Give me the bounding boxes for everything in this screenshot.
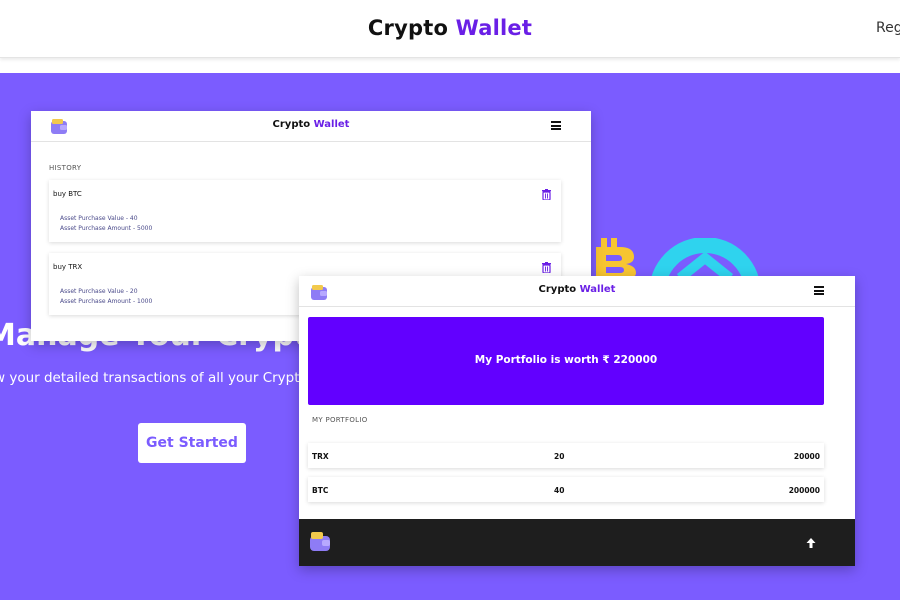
site-title[interactable]: Crypto Wallet <box>0 16 900 40</box>
portfolio-worth-text: My Portfolio is worth ₹ 220000 <box>474 354 658 366</box>
portfolio-worth-banner: My Portfolio is worth ₹ 220000 <box>308 317 824 405</box>
portfolio-section-label: MY PORTFOLIO <box>312 416 368 424</box>
portfolio-navbar: Crypto Wallet <box>299 276 855 307</box>
holding-row: BTC 40 200000 <box>308 477 824 502</box>
menu-icon[interactable] <box>551 121 561 130</box>
site-header: Crypto Wallet Reg <box>0 0 900 58</box>
portfolio-screen: Crypto Wallet My Portfolio is worth ₹ 22… <box>299 276 855 566</box>
history-title-main: Crypto <box>272 119 311 130</box>
history-entry-amount: Asset Purchase Amount - 5000 <box>60 225 153 232</box>
holding-row: TRX 20 20000 <box>308 443 824 468</box>
history-section-label: HISTORY <box>49 164 82 172</box>
portfolio-title-accent: Wallet <box>579 284 616 295</box>
holding-symbol: TRX <box>312 452 329 461</box>
history-app-title: Crypto Wallet <box>31 119 591 130</box>
history-entry: buy BTC Asset Purchase Value - 40 Asset … <box>49 180 561 242</box>
portfolio-footer <box>299 519 855 566</box>
holding-value: 200000 <box>788 486 820 495</box>
history-title-accent: Wallet <box>313 119 350 130</box>
history-entry-value: Asset Purchase Value - 20 <box>60 288 138 295</box>
holding-symbol: BTC <box>312 486 329 495</box>
history-entry-title: buy BTC <box>53 190 82 198</box>
history-navbar: Crypto Wallet <box>31 111 591 142</box>
portfolio-app-title: Crypto Wallet <box>299 284 855 295</box>
holding-quantity: 40 <box>554 486 565 495</box>
scroll-top-arrow-icon[interactable] <box>805 537 817 549</box>
history-entry-amount: Asset Purchase Amount - 1000 <box>60 298 153 305</box>
wallet-logo-icon <box>310 532 330 551</box>
get-started-button[interactable]: Get Started <box>138 423 246 463</box>
register-link[interactable]: Reg <box>876 20 900 36</box>
portfolio-title-main: Crypto <box>538 284 577 295</box>
site-title-main: Crypto <box>367 16 449 40</box>
trash-icon[interactable] <box>542 262 551 273</box>
history-entry-title: buy TRX <box>53 263 83 271</box>
site-title-accent: Wallet <box>455 16 533 40</box>
hero-subtitle: w your detailed transactions of all your… <box>0 370 308 386</box>
trash-icon[interactable] <box>542 189 551 200</box>
menu-icon[interactable] <box>814 286 824 295</box>
holding-value: 20000 <box>793 452 820 461</box>
holding-quantity: 20 <box>554 452 565 461</box>
history-entry-value: Asset Purchase Value - 40 <box>60 215 138 222</box>
